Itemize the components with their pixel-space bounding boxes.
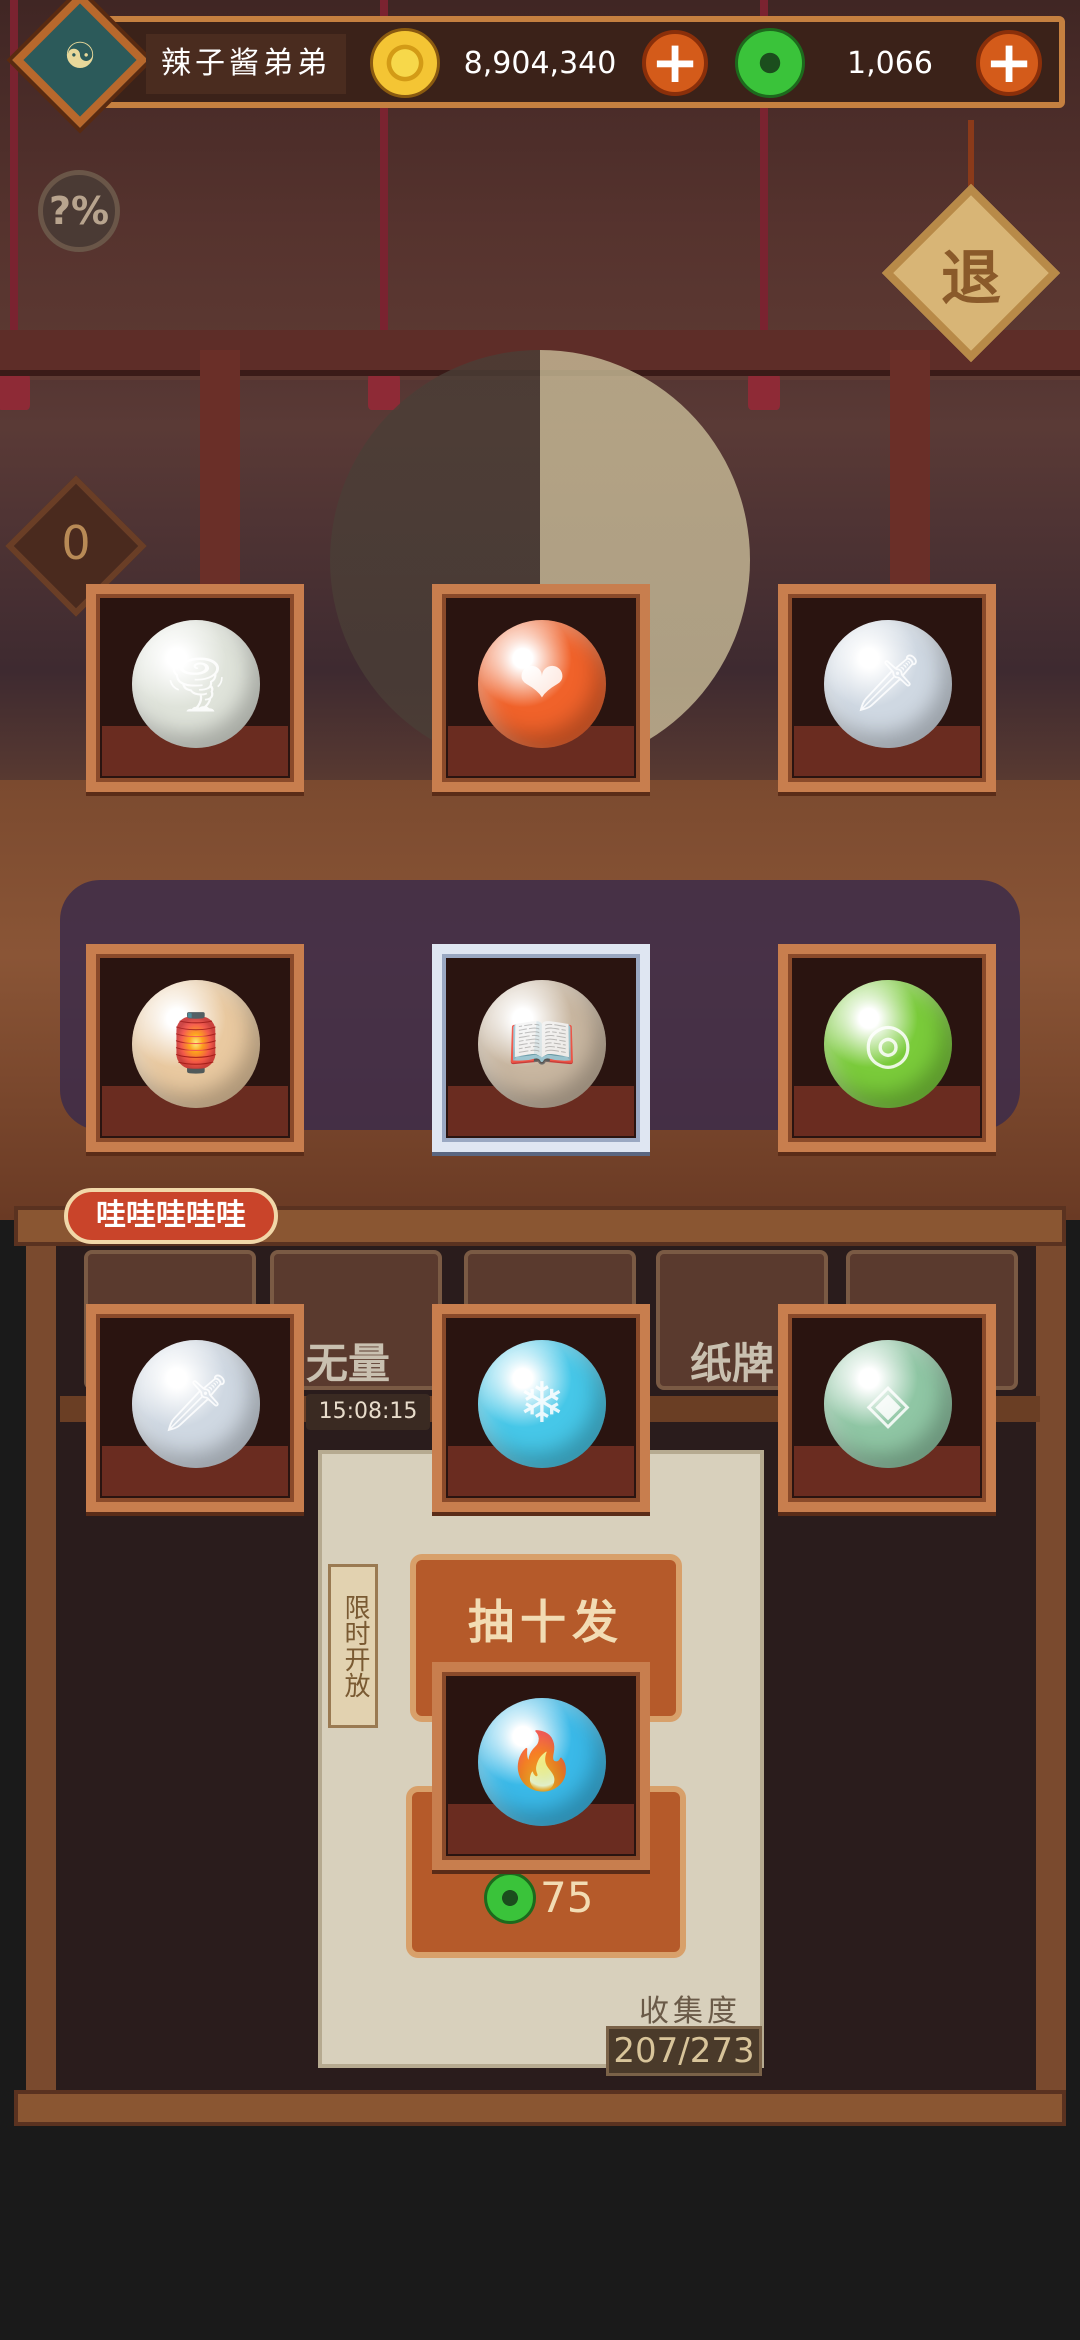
reward-orb: 🔥	[478, 1698, 606, 1826]
help-button[interactable]: ?%	[38, 170, 120, 252]
gold-coin-icon	[370, 28, 440, 98]
empty-footer-area	[0, 2126, 1080, 2340]
jade-shield-icon: ◈	[866, 1371, 910, 1436]
blue-flame-icon: 🔥	[507, 1729, 577, 1794]
ice-crystal-icon: ❄	[518, 1371, 566, 1436]
exit-label: 退	[941, 244, 1001, 314]
reward-orb: 🗡	[132, 1340, 260, 1468]
reward-orb: ◎	[824, 980, 952, 1108]
reward-slot[interactable]: ◈	[778, 1304, 996, 1512]
reward-slot[interactable]: ❤	[432, 584, 650, 792]
tornado-icon: 🌪	[160, 651, 232, 716]
spell-book-icon: 📖	[507, 1011, 577, 1076]
reward-slot[interactable]: 🌪	[86, 584, 304, 792]
cleaver-icon: 🗡	[852, 651, 924, 716]
reward-orb: 🌪	[132, 620, 260, 748]
jade-coin-icon	[484, 1872, 536, 1924]
reward-slot-rare[interactable]: 📖	[432, 944, 650, 1152]
reward-slot[interactable]: ❄	[432, 1304, 650, 1512]
cabinet-bottom-beam	[14, 2090, 1066, 2126]
counter-value: 0	[61, 516, 91, 570]
reward-slot[interactable]: 🗡	[86, 1304, 304, 1512]
player-avatar[interactable]: ☯	[12, 0, 148, 128]
jade-amount: 1,066	[847, 46, 933, 81]
username-label: 辣子酱弟弟	[146, 34, 346, 94]
reward-slot[interactable]: ◎	[778, 944, 996, 1152]
reward-slot[interactable]: 🗡	[778, 584, 996, 792]
add-jade-button[interactable]: +	[976, 30, 1042, 96]
add-gold-button[interactable]: +	[642, 30, 708, 96]
draw-ten-label: 抽十发	[468, 1595, 624, 1649]
jade-coin-icon	[735, 28, 805, 98]
reward-orb: 🏮	[132, 980, 260, 1108]
speech-bubble: 哇哇哇哇哇	[64, 1188, 278, 1244]
reward-item: 📖	[478, 980, 606, 1108]
yin-yang-icon: ☯	[63, 36, 97, 77]
pagoda-lantern-icon: 🏮	[161, 1011, 231, 1076]
reward-orb: ❤	[478, 620, 606, 748]
reward-orb: ◈	[824, 1340, 952, 1468]
collection-progress: 207/273	[606, 2026, 762, 2076]
reward-slot[interactable]: 🏮	[86, 944, 304, 1152]
gold-amount: 8,904,340	[463, 46, 617, 81]
reward-orb: 🗡	[824, 620, 952, 748]
pool-tab-label: 无量	[306, 1339, 391, 1388]
reward-slot[interactable]: 🔥	[432, 1662, 650, 1870]
collection-label: 收集度	[639, 1994, 741, 2029]
pool-timer: 15:08:15	[306, 1394, 430, 1430]
limited-time-tag: 限时开放	[328, 1564, 378, 1728]
cleaver-icon: 🗡	[160, 1371, 232, 1436]
fire-heart-icon: ❤	[518, 651, 566, 716]
reward-orb: ❄	[478, 1340, 606, 1468]
draw-one-cost: 75	[484, 1868, 634, 1928]
pool-tab-label: 纸牌	[690, 1339, 775, 1388]
draw-one-cost-value: 75	[540, 1873, 594, 1922]
green-swirl-icon: ◎	[863, 1011, 913, 1076]
